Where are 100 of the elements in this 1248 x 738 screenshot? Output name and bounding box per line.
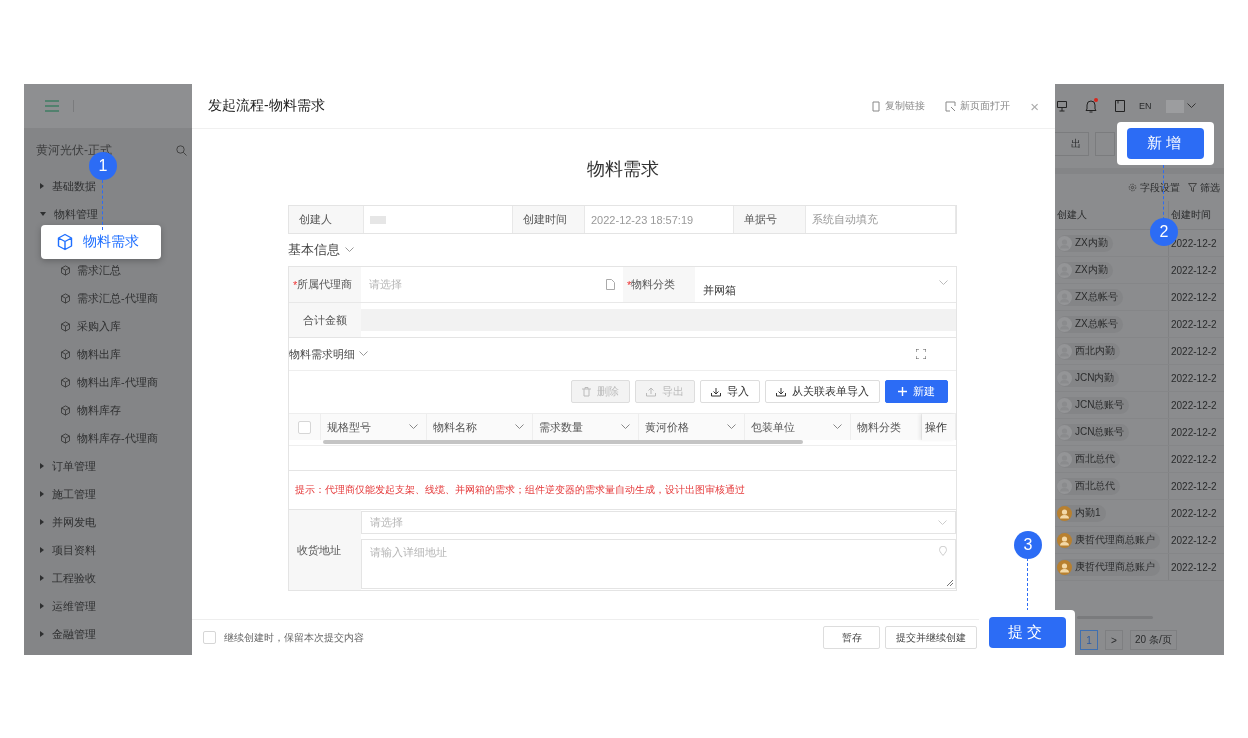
user-chip: ZX内勤 xyxy=(1057,234,1113,252)
sidebar-item[interactable]: 采购入库 xyxy=(24,312,192,340)
table-cell: 2022-12-2 xyxy=(1168,392,1224,418)
redacted-value xyxy=(370,215,386,224)
section-header[interactable]: 基本信息 xyxy=(288,241,340,259)
sidebar-group[interactable]: 运维管理 xyxy=(24,592,192,620)
resize-handle-icon[interactable] xyxy=(946,579,953,586)
sidebar-group[interactable]: 施工管理 xyxy=(24,480,192,508)
region-select[interactable]: 请选择 xyxy=(361,511,956,534)
toolbar-button[interactable]: 导入 xyxy=(700,380,760,403)
sidebar-item[interactable]: 物料库存 xyxy=(24,396,192,424)
header-link[interactable]: 新页面打开 xyxy=(945,99,1011,113)
required-asterisk: * xyxy=(627,278,632,291)
highlighted-button[interactable]: 新增 xyxy=(1127,128,1204,159)
user-chip: ZX内勤 xyxy=(1057,261,1113,279)
cube-icon xyxy=(60,376,71,388)
sidebar-item[interactable]: 物料出库-代理商 xyxy=(24,368,192,396)
user-chip: 庚哲代理商总账户 xyxy=(1057,558,1160,576)
toolbar-button[interactable]: 新建 xyxy=(885,380,948,403)
trash-icon xyxy=(582,386,591,397)
sidebar-group[interactable]: 金融管理 xyxy=(24,620,192,648)
header-link[interactable]: 复制链接 xyxy=(872,99,926,113)
column-header: 黄河价格 xyxy=(645,419,689,435)
chevron-down-icon[interactable] xyxy=(833,424,842,430)
table-cell: 2022-12-2 xyxy=(1168,446,1224,472)
checkbox[interactable] xyxy=(298,420,311,434)
open-window-icon xyxy=(945,100,957,112)
sidebar-item[interactable]: 需求汇总-代理商 xyxy=(24,284,192,312)
next-page-button[interactable]: > xyxy=(1105,630,1123,650)
column-header: 包装单位 xyxy=(751,419,795,435)
table-cell: 2022-12-2 xyxy=(1168,473,1224,499)
gear-icon xyxy=(1128,183,1137,192)
footer-button[interactable]: 暂存 xyxy=(823,626,880,649)
tool-link[interactable]: 筛选 xyxy=(1188,180,1220,195)
user-chip: 西北总代 xyxy=(1057,477,1120,495)
sidebar-item[interactable]: 物料库存-代理商 xyxy=(24,424,192,452)
footer-button[interactable]: 提交并继续创建 xyxy=(885,626,977,649)
chevron-down-icon[interactable] xyxy=(1186,103,1196,109)
sidebar-group[interactable]: 项目资料 xyxy=(24,536,192,564)
chevron-down-icon[interactable] xyxy=(727,424,736,430)
search-icon[interactable] xyxy=(176,144,187,156)
location-pin-icon xyxy=(939,546,947,556)
download-icon xyxy=(711,386,721,397)
sidebar-group[interactable]: 并网发电 xyxy=(24,508,192,536)
user-chip: 西北总代 xyxy=(1057,450,1120,468)
page-size-select[interactable]: 20 条/页 xyxy=(1130,630,1177,650)
checkbox[interactable] xyxy=(203,631,216,644)
monitor-icon[interactable] xyxy=(1057,100,1067,112)
form-title: 物料需求 xyxy=(585,158,660,181)
sidebar-item[interactable]: 物料出库 xyxy=(24,340,192,368)
sidebar-group[interactable]: 物料管理 xyxy=(24,200,192,228)
highlighted-button[interactable]: 提交 xyxy=(988,617,1066,648)
table-cell: 2022-12-2 xyxy=(1168,311,1224,337)
user-chip: 内勤1 xyxy=(1057,504,1106,522)
field-label: 单据号 xyxy=(734,206,805,233)
cube-icon xyxy=(60,320,71,332)
user-chip: 西北内勤 xyxy=(1057,342,1120,360)
column-header: 规格型号 xyxy=(327,419,371,435)
chevron-down-icon xyxy=(939,279,948,286)
table-cell: 2022-12-2 xyxy=(1168,500,1224,526)
column-header: 物料名称 xyxy=(433,419,477,435)
book-icon[interactable] xyxy=(1115,100,1125,112)
address-textarea[interactable]: 请输入详细地址 xyxy=(361,539,956,589)
document-icon xyxy=(606,279,615,290)
scrollbar[interactable] xyxy=(323,440,803,444)
chevron-down-icon[interactable] xyxy=(515,424,524,430)
table-cell: 2022-12-2 xyxy=(1168,527,1224,553)
field-label: 创建人 xyxy=(289,206,363,233)
chevron-down-icon[interactable] xyxy=(621,424,630,430)
filter-icon xyxy=(1188,183,1197,192)
document-number-field[interactable]: 系统自动填充 xyxy=(805,206,956,233)
sidebar-group[interactable]: 订单管理 xyxy=(24,452,192,480)
column-header: 操作 xyxy=(925,419,947,435)
user-chip: JCN总账号 xyxy=(1057,396,1130,414)
language-text[interactable]: EN xyxy=(1139,101,1152,111)
highlighted-menu-item[interactable]: 物料需求 xyxy=(41,225,161,259)
table-cell: 2022-12-2 xyxy=(1168,284,1224,310)
column-header: 物料分类 xyxy=(857,419,901,435)
toolbar-button[interactable]: 从关联表单导入 xyxy=(765,380,880,403)
chevron-down-icon[interactable] xyxy=(409,424,418,430)
field-label: 所属代理商 xyxy=(297,277,353,292)
category-select[interactable]: 并网箱 xyxy=(695,267,956,303)
cube-icon xyxy=(60,264,71,276)
user-chip: JCN内勤 xyxy=(1057,369,1120,387)
upload-icon xyxy=(646,386,656,397)
fullscreen-icon[interactable] xyxy=(916,349,926,359)
bell-icon[interactable] xyxy=(1085,99,1097,113)
close-button[interactable]: × xyxy=(1030,97,1039,115)
sidebar-item[interactable]: 需求汇总 xyxy=(24,256,192,284)
export-button[interactable]: 出 xyxy=(1055,132,1089,156)
page-number[interactable]: 1 xyxy=(1080,630,1098,650)
section-header[interactable]: 物料需求明细 xyxy=(289,346,355,362)
cube-icon xyxy=(60,348,71,360)
sidebar-group[interactable]: 工程验收 xyxy=(24,564,192,592)
user-chip: 庚哲代理商总账户 xyxy=(1057,531,1160,549)
cube-icon xyxy=(56,233,74,251)
table-cell: 2022-12-2 xyxy=(1168,257,1224,283)
user-chip: ZX总帐号 xyxy=(1057,315,1123,333)
table-cell: 2022-12-2 xyxy=(1168,419,1224,445)
user-chip: JCN总账号 xyxy=(1057,423,1130,441)
